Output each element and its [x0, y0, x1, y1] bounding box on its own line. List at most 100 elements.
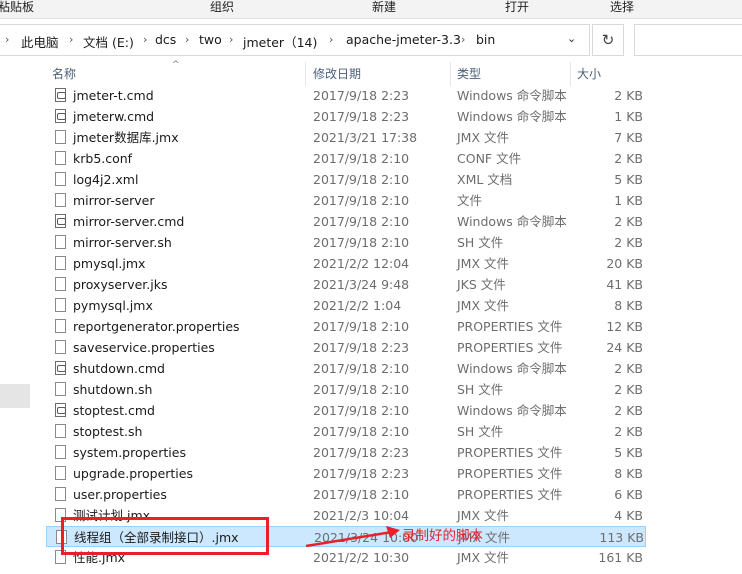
- file-size: 24 KB: [606, 340, 643, 355]
- file-name: pmysql.jmx: [73, 256, 146, 271]
- file-icon: [55, 319, 66, 333]
- file-row[interactable]: pmysql.jmx 2021/2/2 12:04 JMX 文件 20 KB: [46, 253, 646, 274]
- chevron-right-icon[interactable]: ›: [329, 33, 333, 46]
- file-type: JMX 文件: [457, 256, 510, 271]
- chevron-right-icon[interactable]: ›: [5, 33, 9, 46]
- file-size: 2 KB: [614, 235, 643, 250]
- file-row[interactable]: stoptest.sh 2017/9/18 2:10 SH 文件 2 KB: [46, 421, 646, 442]
- file-icon: [55, 466, 66, 480]
- file-name: pymysql.jmx: [73, 298, 153, 313]
- file-row[interactable]: log4j2.xml 2017/9/18 2:10 XML 文档 5 KB: [46, 169, 646, 190]
- breadcrumb-apache-jmeter[interactable]: apache-jmeter-3.3: [346, 32, 461, 47]
- file-size: 6 KB: [614, 487, 643, 502]
- ribbon-open-label: 打开: [505, 0, 530, 14]
- file-type: Windows 命令脚本: [457, 214, 567, 229]
- file-date: 2017/9/18 2:23: [313, 88, 410, 103]
- script-file-icon: [55, 361, 66, 375]
- file-type: JMX 文件: [457, 298, 510, 313]
- file-row[interactable]: mirror-server.cmd 2017/9/18 2:10 Windows 命…: [46, 211, 646, 232]
- column-header-date[interactable]: 修改日期: [307, 62, 451, 86]
- chevron-down-icon[interactable]: ⌄: [567, 32, 576, 45]
- breadcrumb-dcs[interactable]: dcs: [155, 32, 176, 47]
- file-row[interactable]: proxyserver.jks 2021/3/24 9:48 JKS 文件 41 KB: [46, 274, 646, 295]
- file-type: JMX 文件: [457, 508, 510, 523]
- file-date: 2017/9/18 2:23: [313, 109, 410, 124]
- chevron-right-icon[interactable]: ›: [185, 33, 189, 46]
- file-type: PROPERTIES 文件: [457, 445, 563, 460]
- file-row[interactable]: saveservice.properties 2017/9/18 2:23 PROP…: [46, 337, 646, 358]
- file-icon: [55, 298, 66, 312]
- breadcrumb-two[interactable]: two: [199, 32, 222, 47]
- file-icon: [55, 445, 66, 459]
- file-row[interactable]: krb5.conf 2017/9/18 2:10 CONF 文件 2 KB: [46, 148, 646, 169]
- file-row[interactable]: pymysql.jmx 2021/2/2 1:04 JMX 文件 8 KB: [46, 295, 646, 316]
- file-name: reportgenerator.properties: [73, 319, 240, 334]
- file-row[interactable]: shutdown.sh 2017/9/18 2:10 SH 文件 2 KB: [46, 379, 646, 400]
- file-row[interactable]: mirror-server.sh 2017/9/18 2:10 SH 文件 2 KB: [46, 232, 646, 253]
- file-icon: [55, 382, 66, 396]
- file-icon: [55, 256, 66, 270]
- file-name: user.properties: [73, 487, 167, 502]
- file-type: PROPERTIES 文件: [457, 466, 563, 481]
- address-bar[interactable]: › 此电脑 › 文档 (E:) › dcs › two › jmeter（14)…: [0, 24, 590, 56]
- chevron-right-icon[interactable]: ›: [69, 33, 73, 46]
- file-date: 2021/3/21 17:38: [313, 130, 418, 145]
- file-size: 161 KB: [598, 550, 643, 565]
- file-row[interactable]: jmeterw.cmd 2017/9/18 2:23 Windows 命令脚本 1 K…: [46, 106, 646, 127]
- ribbon-organize-label: 组织: [210, 0, 235, 14]
- file-type: PROPERTIES 文件: [457, 319, 563, 334]
- ribbon-new-label: 新建: [372, 0, 397, 14]
- column-header-size[interactable]: 大小: [571, 62, 651, 86]
- file-icon: [55, 277, 66, 291]
- file-row[interactable]: system.properties 2017/9/18 2:23 PROPERTIE…: [46, 442, 646, 463]
- file-type: CONF 文件: [457, 151, 522, 166]
- file-name: stoptest.sh: [73, 424, 143, 439]
- file-type: XML 文档: [457, 172, 513, 187]
- file-size: 2 KB: [614, 214, 643, 229]
- script-file-icon: [55, 403, 66, 417]
- file-type: JMX 文件: [457, 550, 510, 565]
- file-name: jmeter数据库.jmx: [73, 130, 179, 145]
- file-row[interactable]: reportgenerator.properties 2017/9/18 2:10…: [46, 316, 646, 337]
- column-header-type[interactable]: 类型: [451, 62, 571, 86]
- file-date: 2021/2/2 12:04: [313, 256, 410, 271]
- file-type: SH 文件: [457, 235, 504, 250]
- file-type: SH 文件: [457, 382, 504, 397]
- file-icon: [55, 172, 66, 186]
- file-icon: [55, 487, 66, 501]
- column-header-name[interactable]: 名称 ^: [46, 60, 306, 86]
- file-row[interactable]: jmeter-t.cmd 2017/9/18 2:23 Windows 命令脚本 2 …: [46, 85, 646, 106]
- file-size: 2 KB: [614, 88, 643, 103]
- file-row[interactable]: stoptest.cmd 2017/9/18 2:10 Windows 命令脚本 2 …: [46, 400, 646, 421]
- file-name: jmeterw.cmd: [73, 109, 155, 124]
- file-row[interactable]: mirror-server 2017/9/18 2:10 文件 1 KB: [46, 190, 646, 211]
- file-row[interactable]: shutdown.cmd 2017/9/18 2:10 Windows 命令脚本 2 …: [46, 358, 646, 379]
- file-row[interactable]: upgrade.properties 2017/9/18 2:23 PROPERTI…: [46, 463, 646, 484]
- file-size: 41 KB: [606, 277, 643, 292]
- file-icon: [55, 340, 66, 354]
- column-type-label: 类型: [457, 67, 482, 81]
- file-row[interactable]: jmeter数据库.jmx 2021/3/21 17:38 JMX 文件 7 KB: [46, 127, 646, 148]
- breadcrumb-drive-e[interactable]: 文档 (E:): [83, 32, 134, 51]
- nav-selected-item[interactable]: [0, 384, 30, 408]
- breadcrumb-bin[interactable]: bin: [476, 32, 495, 47]
- navigation-pane[interactable]: [0, 58, 40, 574]
- file-type: 文件: [457, 193, 483, 208]
- refresh-button[interactable]: ↻: [592, 24, 624, 56]
- file-size: 5 KB: [614, 445, 643, 460]
- search-input[interactable]: [634, 24, 742, 56]
- chevron-right-icon[interactable]: ›: [461, 33, 465, 46]
- file-size: 8 KB: [614, 466, 643, 481]
- file-row[interactable]: user.properties 2017/9/18 2:10 PROPERTIES …: [46, 484, 646, 505]
- breadcrumb-jmeter14[interactable]: jmeter（14): [243, 32, 317, 51]
- column-date-label: 修改日期: [313, 67, 362, 81]
- chevron-right-icon[interactable]: ›: [143, 33, 147, 46]
- breadcrumb-this-pc[interactable]: 此电脑: [21, 32, 59, 51]
- file-name: krb5.conf: [73, 151, 133, 166]
- file-date: 2017/9/18 2:23: [313, 466, 410, 481]
- script-file-icon: [55, 214, 66, 228]
- annotation-label: 录制好的脚本: [402, 528, 483, 544]
- file-date: 2017/9/18 2:10: [313, 214, 410, 229]
- chevron-right-icon[interactable]: ›: [229, 33, 233, 46]
- file-size: 5 KB: [614, 172, 643, 187]
